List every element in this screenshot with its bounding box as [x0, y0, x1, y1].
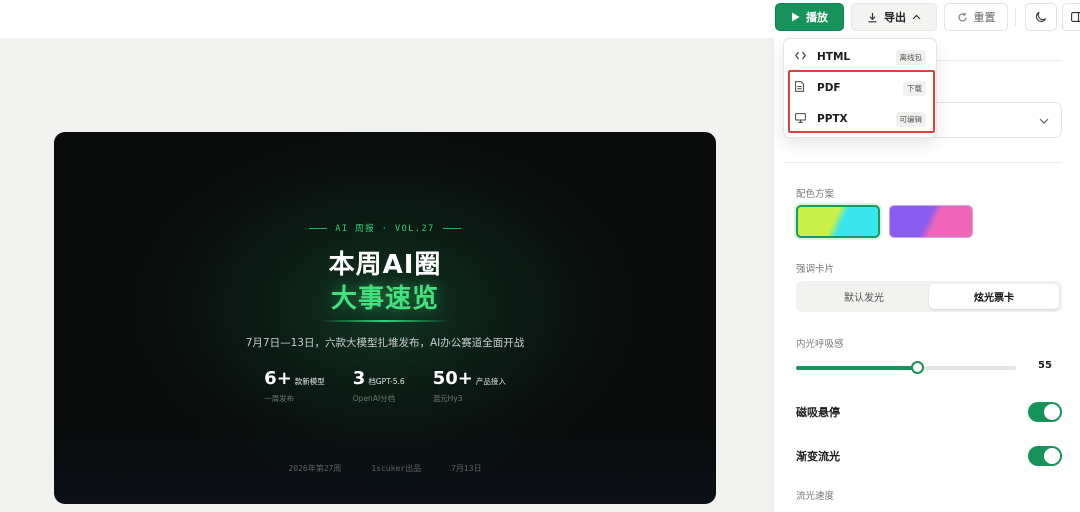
slide-kicker-text: AI 周报 · VOL.27 [335, 224, 435, 234]
stat-description: 混元Hy3 [432, 394, 463, 403]
toggle-gradient-flow-label: 渐变流光 [796, 450, 840, 463]
stat-unit: 产品接入 [475, 377, 506, 386]
moon-icon [1035, 11, 1047, 23]
color-swatch-purple-pink[interactable] [889, 205, 973, 238]
stat-unit: 款新模型 [294, 377, 325, 386]
footer-week: 2026年第27周 [288, 464, 342, 473]
glow-slider-fill [796, 366, 917, 370]
glow-label: 内光呼吸感 [796, 339, 844, 350]
stat-number: 50+ [432, 368, 473, 389]
kicker-line-left [309, 228, 328, 229]
footer-author: 1scuker出品 [371, 464, 422, 473]
export-option-badge: 离线包 [895, 49, 926, 65]
stat-unit: 档GPT-5.6 [368, 377, 405, 386]
reset-label: 重置 [973, 11, 996, 24]
glow-slider[interactable] [796, 361, 1016, 374]
accent-option-default-glow[interactable]: 默认发光 [799, 284, 929, 309]
export-option-label: HTML [817, 51, 851, 63]
toggle-magnetic-hover[interactable] [1028, 402, 1062, 422]
toggle-knob [1044, 448, 1060, 464]
play-button[interactable]: 播放 [775, 3, 844, 31]
glow-slider-thumb[interactable] [911, 361, 924, 374]
export-label: 导出 [884, 11, 906, 24]
refresh-icon [957, 12, 968, 23]
chevron-up-icon [912, 14, 921, 20]
stat-description: OpenAI分档 [352, 394, 396, 403]
stat-description: 一周发布 [264, 394, 295, 403]
export-button[interactable]: 导出 [851, 3, 937, 31]
slide-title-line1: 本周AI圈 [328, 250, 442, 280]
reset-button[interactable]: 重置 [944, 3, 1008, 31]
slide-title-line2: 大事速览 [330, 284, 439, 314]
flow-speed-label: 流光速度 [796, 491, 835, 502]
accent-option-glow-ticket[interactable]: 炫光票卡 [929, 284, 1059, 309]
slide-title-underline [320, 320, 450, 322]
slide-kicker: AI 周报 · VOL.27 [54, 222, 716, 234]
chevron-down-icon [1039, 113, 1049, 127]
highlight-box [788, 70, 935, 133]
stat-number: 3 [352, 368, 366, 389]
kicker-line-right [442, 228, 461, 229]
panel-toggle-button[interactable] [1062, 3, 1080, 31]
accent-card-segmented-control: 默认发光 炫光票卡 [796, 281, 1062, 312]
toggle-knob [1044, 404, 1060, 420]
play-label: 播放 [806, 11, 828, 24]
slide-stats: 6+ 款新模型 一周发布 3 档GPT-5.6 OpenAI分档 50+ 产品接… [54, 368, 716, 404]
slide-subtitle: 7月7日—13日，六款大模型扎堆发布，AI办公赛道全面开战 [245, 337, 525, 349]
color-swatch-lime-cyan[interactable] [796, 205, 880, 238]
top-toolbar: 播放 导出 重置 [0, 0, 1080, 38]
slide-preview: AI 周报 · VOL.27 本周AI圈 大事速览 7月7日—13日，六款大模型… [54, 132, 716, 504]
code-icon [795, 51, 806, 63]
sidebar-icon [1071, 12, 1080, 22]
accent-card-label: 强调卡片 [796, 264, 835, 275]
glow-value: 55 [1038, 360, 1052, 371]
color-scheme-label: 配色方案 [796, 189, 835, 200]
slide-footer: 2026年第27周 1scuker出品 7月13日 [54, 463, 716, 474]
download-icon [867, 12, 878, 23]
export-option-html[interactable]: HTML 离线包 [784, 42, 938, 72]
toggle-magnetic-hover-label: 磁吸悬停 [796, 406, 840, 419]
toggle-gradient-flow[interactable] [1028, 446, 1062, 466]
footer-date: 7月13日 [451, 464, 482, 473]
play-icon [791, 12, 800, 22]
stat-item: 6+ 款新模型 一周发布 [264, 368, 325, 404]
stat-number: 6+ [264, 368, 292, 389]
panel-divider [784, 162, 1062, 163]
stat-item: 3 档GPT-5.6 OpenAI分档 [353, 368, 405, 404]
stat-item: 50+ 产品接入 混元Hy3 [433, 368, 506, 404]
toolbar-divider [1015, 8, 1016, 26]
theme-toggle-button[interactable] [1025, 3, 1057, 31]
